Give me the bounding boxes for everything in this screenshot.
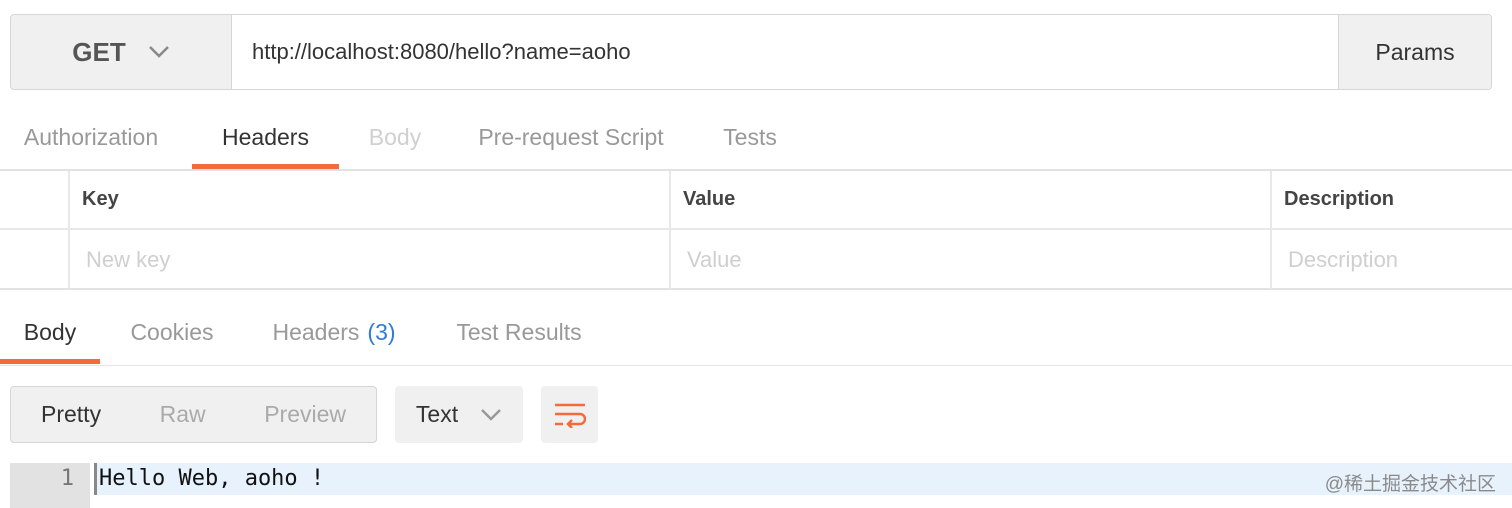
tab-pre-request-script[interactable]: Pre-request Script bbox=[451, 105, 691, 169]
format-label: Text bbox=[415, 401, 459, 427]
request-tabs: Authorization Headers Body Pre-request S… bbox=[0, 105, 1512, 169]
chevron-down-icon bbox=[148, 46, 169, 58]
view-mode-group: Pretty Raw Preview bbox=[10, 386, 377, 443]
column-header-description: Description bbox=[1284, 188, 1395, 210]
value-cell bbox=[671, 230, 1272, 289]
request-bar: GET Params bbox=[10, 14, 1492, 90]
response-tab-cookies[interactable]: Cookies bbox=[100, 300, 244, 364]
view-pretty-button[interactable]: Pretty bbox=[41, 401, 101, 428]
response-tab-test-results[interactable]: Test Results bbox=[424, 300, 614, 364]
response-text: Hello Web, aoho ! bbox=[99, 466, 325, 491]
column-header-key: Key bbox=[70, 171, 671, 228]
line-gutter: 1 bbox=[10, 463, 90, 508]
chevron-down-icon bbox=[481, 408, 501, 421]
tab-body[interactable]: Body bbox=[339, 105, 451, 169]
key-cell bbox=[70, 230, 671, 289]
response-body-editor[interactable]: 1 Hello Web, aoho ! bbox=[10, 463, 1512, 508]
view-preview-button[interactable]: Preview bbox=[264, 401, 346, 428]
headers-count-badge: (3) bbox=[367, 318, 396, 345]
table-header-row: Key Value Description bbox=[0, 171, 1512, 230]
url-input[interactable] bbox=[232, 15, 1338, 89]
tab-label: Authorization bbox=[23, 123, 159, 150]
params-button[interactable]: Params bbox=[1338, 15, 1491, 89]
params-label: Params bbox=[1375, 38, 1455, 65]
view-raw-button[interactable]: Raw bbox=[160, 401, 206, 428]
line-number: 1 bbox=[60, 466, 74, 491]
new-key-input[interactable] bbox=[82, 246, 669, 273]
row-gutter bbox=[0, 171, 70, 228]
wrap-lines-icon bbox=[554, 403, 586, 428]
method-label: GET bbox=[72, 36, 126, 67]
tab-label: Body bbox=[368, 123, 422, 150]
response-tabs: Body Cookies Headers (3) Test Results bbox=[0, 300, 1512, 366]
description-cell bbox=[1272, 230, 1512, 289]
value-input[interactable] bbox=[683, 246, 1270, 273]
headers-table: Key Value Description bbox=[0, 169, 1512, 290]
tab-label: Test Results bbox=[456, 318, 582, 345]
row-gutter bbox=[0, 230, 70, 289]
tab-headers[interactable]: Headers bbox=[192, 105, 339, 169]
code-line: Hello Web, aoho ! bbox=[94, 463, 1512, 495]
tab-label: Body bbox=[23, 318, 77, 345]
tab-label: Tests bbox=[723, 123, 777, 150]
response-tab-body[interactable]: Body bbox=[0, 300, 100, 364]
response-tab-headers[interactable]: Headers (3) bbox=[244, 300, 424, 364]
column-header-value: Value bbox=[671, 171, 1272, 228]
tab-label: Pre-request Script bbox=[478, 123, 664, 150]
watermark: @稀土掘金技术社区 bbox=[1324, 474, 1496, 495]
format-select[interactable]: Text bbox=[395, 386, 523, 443]
response-toolbar: Pretty Raw Preview Text bbox=[10, 386, 598, 444]
tab-label: Headers bbox=[272, 318, 360, 345]
description-input[interactable] bbox=[1284, 246, 1512, 273]
tab-authorization[interactable]: Authorization bbox=[0, 105, 182, 169]
wrap-lines-button[interactable] bbox=[541, 386, 598, 443]
table-row bbox=[0, 230, 1512, 289]
tab-label: Headers bbox=[222, 123, 309, 150]
tab-tests[interactable]: Tests bbox=[691, 105, 809, 169]
method-select[interactable]: GET bbox=[11, 15, 232, 89]
tab-label: Cookies bbox=[130, 318, 214, 345]
